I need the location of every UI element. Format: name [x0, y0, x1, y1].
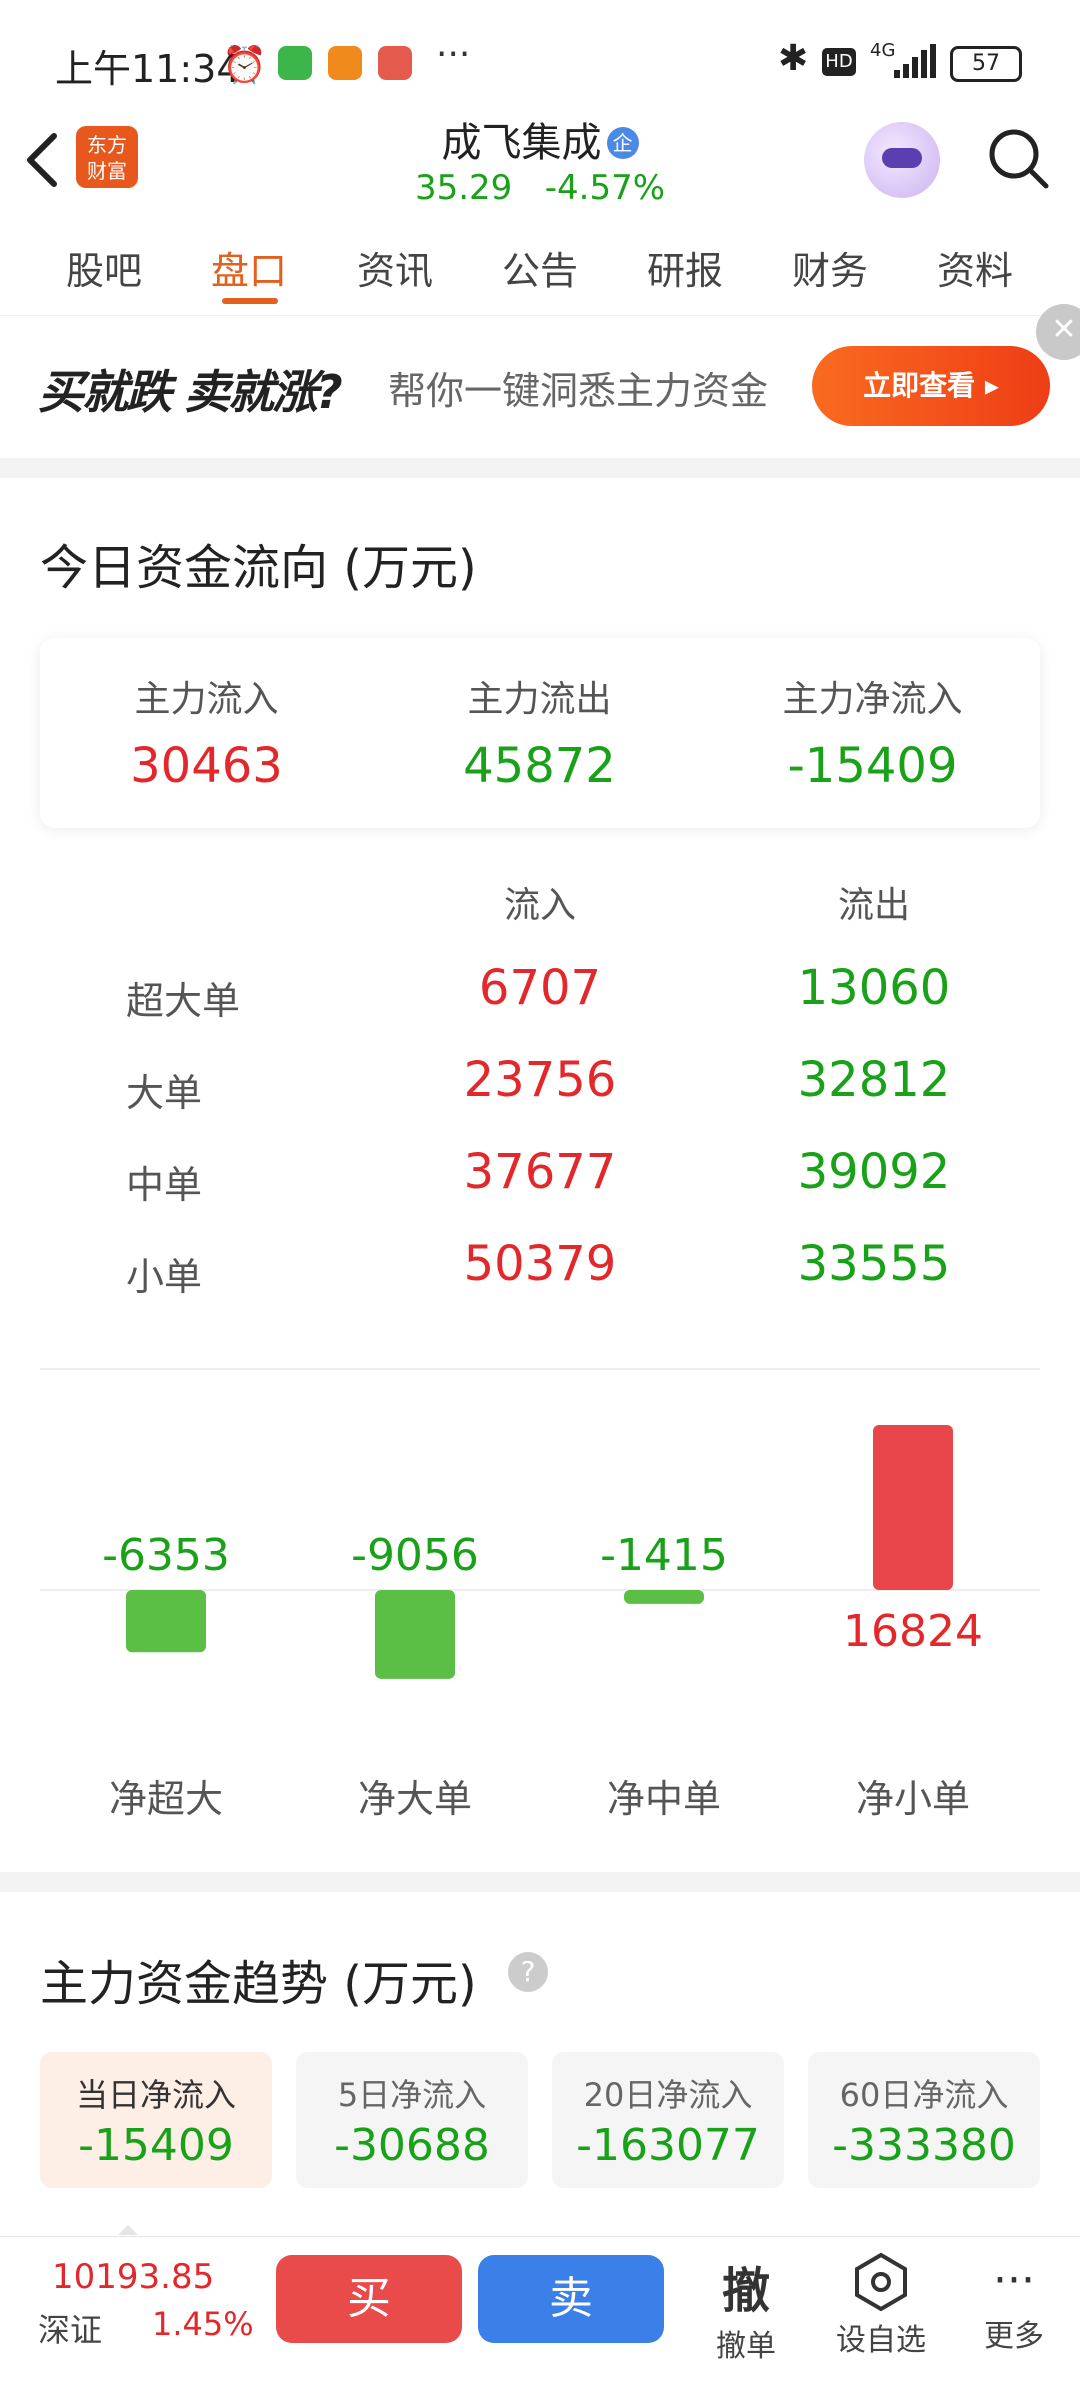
bottom-toolbar: 10193.85 深证 1.45% 买 卖 撤 撤单 设自选 ··· 更多 — [0, 2225, 1080, 2401]
net-flow-value-label-0: -6353 — [102, 1530, 230, 1581]
row-inflow-small: 50379 — [463, 1236, 617, 1292]
tab-guba[interactable]: 股吧 — [44, 240, 164, 295]
stock-name: 成飞集成 — [441, 120, 602, 166]
net-flow-value-label-1: -9056 — [351, 1530, 479, 1581]
tab-research[interactable]: 研报 — [625, 240, 745, 295]
row-inflow-super: 6707 — [478, 960, 602, 1016]
help-icon[interactable]: ? — [508, 1952, 548, 1992]
net-flow-bar-2 — [624, 1590, 704, 1604]
net-flow-value-label-3: 16824 — [843, 1606, 983, 1657]
cancel-order-icon: 撤 — [721, 2263, 770, 2319]
promo-banner[interactable]: 买就跌 卖就涨? 帮你一键洞悉主力资金 立即查看 ▸ ✕ — [0, 304, 1080, 456]
tab-finance[interactable]: 财务 — [770, 240, 890, 295]
main-outflow-value: 45872 — [463, 738, 616, 794]
trend-pill-60d[interactable]: 60日净流入 -333380 — [808, 2052, 1040, 2188]
trend-title: 主力资金趋势 (万元) — [40, 1956, 477, 2012]
index-value[interactable]: 10193.85 — [52, 2257, 214, 2297]
banner-view-button[interactable]: 立即查看 ▸ — [812, 346, 1050, 426]
banner-close-icon[interactable]: ✕ — [1036, 304, 1080, 360]
bluetooth-icon: ✱ — [778, 38, 809, 79]
net-flow-category-label-1: 净大单 — [358, 1777, 472, 1821]
fund-summary-card: 主力流入 主力流出 主力净流入 30463 45872 -15409 — [40, 638, 1040, 828]
enterprise-badge: 企 — [606, 127, 639, 159]
network-type: 4G — [870, 40, 896, 61]
more-dots-icon: ··· — [993, 2255, 1035, 2306]
tab-announcements[interactable]: 公告 — [480, 240, 600, 295]
main-inflow-value: 30463 — [130, 738, 283, 794]
net-flow-bar-3 — [873, 1425, 953, 1590]
index-change[interactable]: 1.45% — [152, 2305, 254, 2343]
more-notifications-icon: ··· — [436, 34, 471, 75]
stock-price: 35.29 — [414, 168, 513, 208]
trend-pill-today[interactable]: 当日净流入 -15409 — [40, 2052, 272, 2188]
col-outflow-header: 流出 — [837, 885, 910, 926]
taobao-icon — [328, 46, 362, 80]
row-label-large: 大单 — [126, 1071, 203, 1115]
tab-profile[interactable]: 资料 — [915, 240, 1035, 295]
index-name[interactable]: 深证 — [38, 2305, 102, 2351]
main-net-inflow-label: 主力净流入 — [782, 679, 963, 720]
main-inflow-label: 主力流入 — [134, 679, 279, 720]
net-flow-category-label-0: 净超大 — [109, 1777, 223, 1821]
row-outflow-large: 32812 — [797, 1052, 951, 1108]
row-outflow-super: 13060 — [797, 960, 951, 1016]
section-divider — [0, 1872, 1080, 1892]
row-outflow-small: 33555 — [797, 1236, 951, 1292]
chart-divider — [40, 1368, 1040, 1370]
hexagon-icon — [855, 2252, 907, 2312]
net-flow-category-label-2: 净中单 — [607, 1777, 721, 1821]
trend-pill-5d[interactable]: 5日净流入 -30688 — [296, 2052, 528, 2188]
fund-flow-title: 今日资金流向 (万元) — [40, 540, 477, 596]
net-flow-chart: -6353 净超大 -9056 净大单 -1415 净中单 16824 净小单 — [40, 1425, 1040, 1821]
net-flow-category-label-3: 净小单 — [856, 1777, 970, 1821]
wechat-icon — [278, 46, 312, 80]
header: 东方 财富 成飞集成 企 35.29 -4.57% — [0, 110, 1080, 220]
status-bar: 上午11:34 ⏰ ··· ✱ HD 4G 57 — [0, 0, 1080, 120]
sell-button[interactable]: 卖 — [478, 2255, 664, 2343]
row-label-small: 小单 — [126, 1255, 203, 1299]
redbag-icon — [378, 46, 412, 80]
row-label-super: 超大单 — [126, 979, 241, 1023]
row-inflow-large: 23756 — [463, 1052, 617, 1108]
trend-pill-20d[interactable]: 20日净流入 -163077 — [552, 2052, 784, 2188]
search-icon[interactable] — [984, 124, 1052, 192]
row-outflow-medium: 39092 — [797, 1144, 951, 1200]
stock-change: -4.57% — [544, 168, 666, 208]
robot-assistant-icon[interactable] — [864, 122, 940, 198]
cancel-order-button[interactable]: 撤 撤单 — [700, 2251, 792, 2365]
hd-icon: HD — [822, 48, 856, 76]
banner-slogan: 买就跌 卖就涨? — [38, 365, 343, 419]
buy-button[interactable]: 买 — [276, 2255, 462, 2343]
index-expand-icon[interactable] — [118, 2225, 138, 2235]
tab-bar: 股吧 盘口 资讯 公告 研报 财务 资料 — [0, 220, 1080, 316]
net-flow-value-label-2: -1415 — [600, 1530, 728, 1581]
net-flow-bar-1 — [375, 1590, 455, 1679]
tab-pankou[interactable]: 盘口 — [189, 240, 309, 295]
section-divider — [0, 458, 1080, 478]
main-outflow-label: 主力流出 — [467, 679, 612, 720]
alarm-icon: ⏰ — [222, 45, 267, 86]
main-net-inflow-value: -15409 — [787, 738, 958, 794]
signal-icon — [894, 44, 936, 78]
row-inflow-medium: 37677 — [463, 1144, 617, 1200]
net-flow-bar-0 — [126, 1590, 206, 1653]
tab-news[interactable]: 资讯 — [335, 240, 455, 295]
battery-icon: 57 — [950, 46, 1022, 82]
banner-text: 帮你一键洞悉主力资金 — [388, 369, 769, 413]
col-inflow-header: 流入 — [503, 885, 576, 926]
tab-active-indicator — [222, 298, 278, 304]
row-label-medium: 中单 — [126, 1163, 203, 1207]
add-watchlist-button[interactable]: 设自选 — [826, 2251, 936, 2359]
status-time: 上午11:34 — [55, 47, 241, 91]
more-button[interactable]: ··· 更多 — [966, 2251, 1062, 2355]
